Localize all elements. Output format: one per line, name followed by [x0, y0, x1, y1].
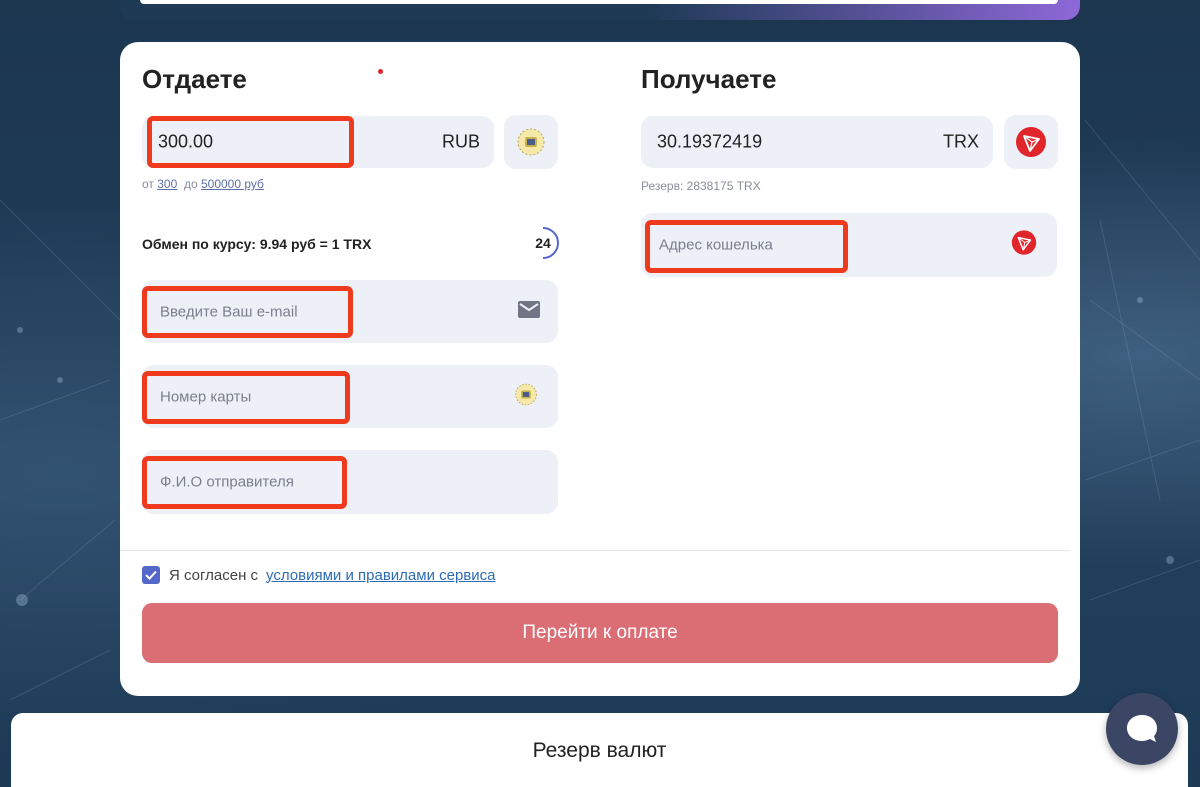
receive-amount-field[interactable]: 30.19372419 TRX — [641, 116, 993, 168]
limit-from-label: от — [142, 177, 154, 191]
bank-logo-icon — [517, 128, 545, 156]
timer-value: 24 — [535, 235, 551, 251]
mail-icon — [518, 300, 540, 323]
give-title: Отдаете — [142, 64, 247, 94]
terms-checkbox[interactable] — [142, 566, 160, 584]
receive-title: Получаете — [641, 64, 777, 94]
terms-agreement: Я согласен с условиями и правилами серви… — [142, 566, 496, 584]
pay-button[interactable]: Перейти к оплате — [142, 603, 1058, 663]
receive-currency: TRX — [943, 131, 979, 152]
receive-amount-value[interactable]: 30.19372419 — [657, 132, 762, 153]
limit-to-label: до — [183, 177, 198, 191]
receive-reserve: Резерв: 2838175 TRX — [641, 179, 761, 193]
divider — [120, 550, 1070, 551]
limit-max-link[interactable]: 500000 руб — [201, 177, 264, 191]
checkmark-icon — [145, 570, 157, 580]
highlight-amount — [147, 116, 354, 168]
terms-link[interactable]: условиями и правилами сервиса — [266, 567, 495, 584]
give-bank-button[interactable] — [504, 115, 558, 169]
terms-text: Я согласен с — [169, 566, 259, 584]
highlight-name — [142, 456, 347, 509]
highlight-card — [142, 371, 350, 424]
exchange-rate: Обмен по курсу: 9.94 руб = 1 TRX — [142, 236, 372, 252]
highlight-email — [142, 286, 353, 338]
reserve-section: Резерв валют — [11, 713, 1188, 787]
tron-field-icon — [1011, 230, 1037, 261]
red-dot — [378, 69, 383, 74]
chat-icon — [1127, 715, 1157, 742]
limit-min-link[interactable]: 300 — [157, 177, 177, 191]
bank-card-icon — [514, 382, 538, 411]
give-currency: RUB — [441, 131, 480, 152]
give-limits: от 300 до 500000 руб — [142, 177, 264, 191]
rate-timer: 24 — [526, 226, 560, 260]
exchange-card: Отдаете 300.00 RUB от 300 до 500000 руб … — [120, 42, 1080, 696]
receive-currency-button[interactable] — [1004, 115, 1058, 169]
reserve-section-title: Резерв валют — [532, 739, 667, 762]
highlight-wallet — [645, 220, 848, 273]
top-bar-highlight — [140, 0, 1058, 4]
tron-icon — [1016, 127, 1046, 157]
chat-button[interactable] — [1106, 693, 1178, 765]
